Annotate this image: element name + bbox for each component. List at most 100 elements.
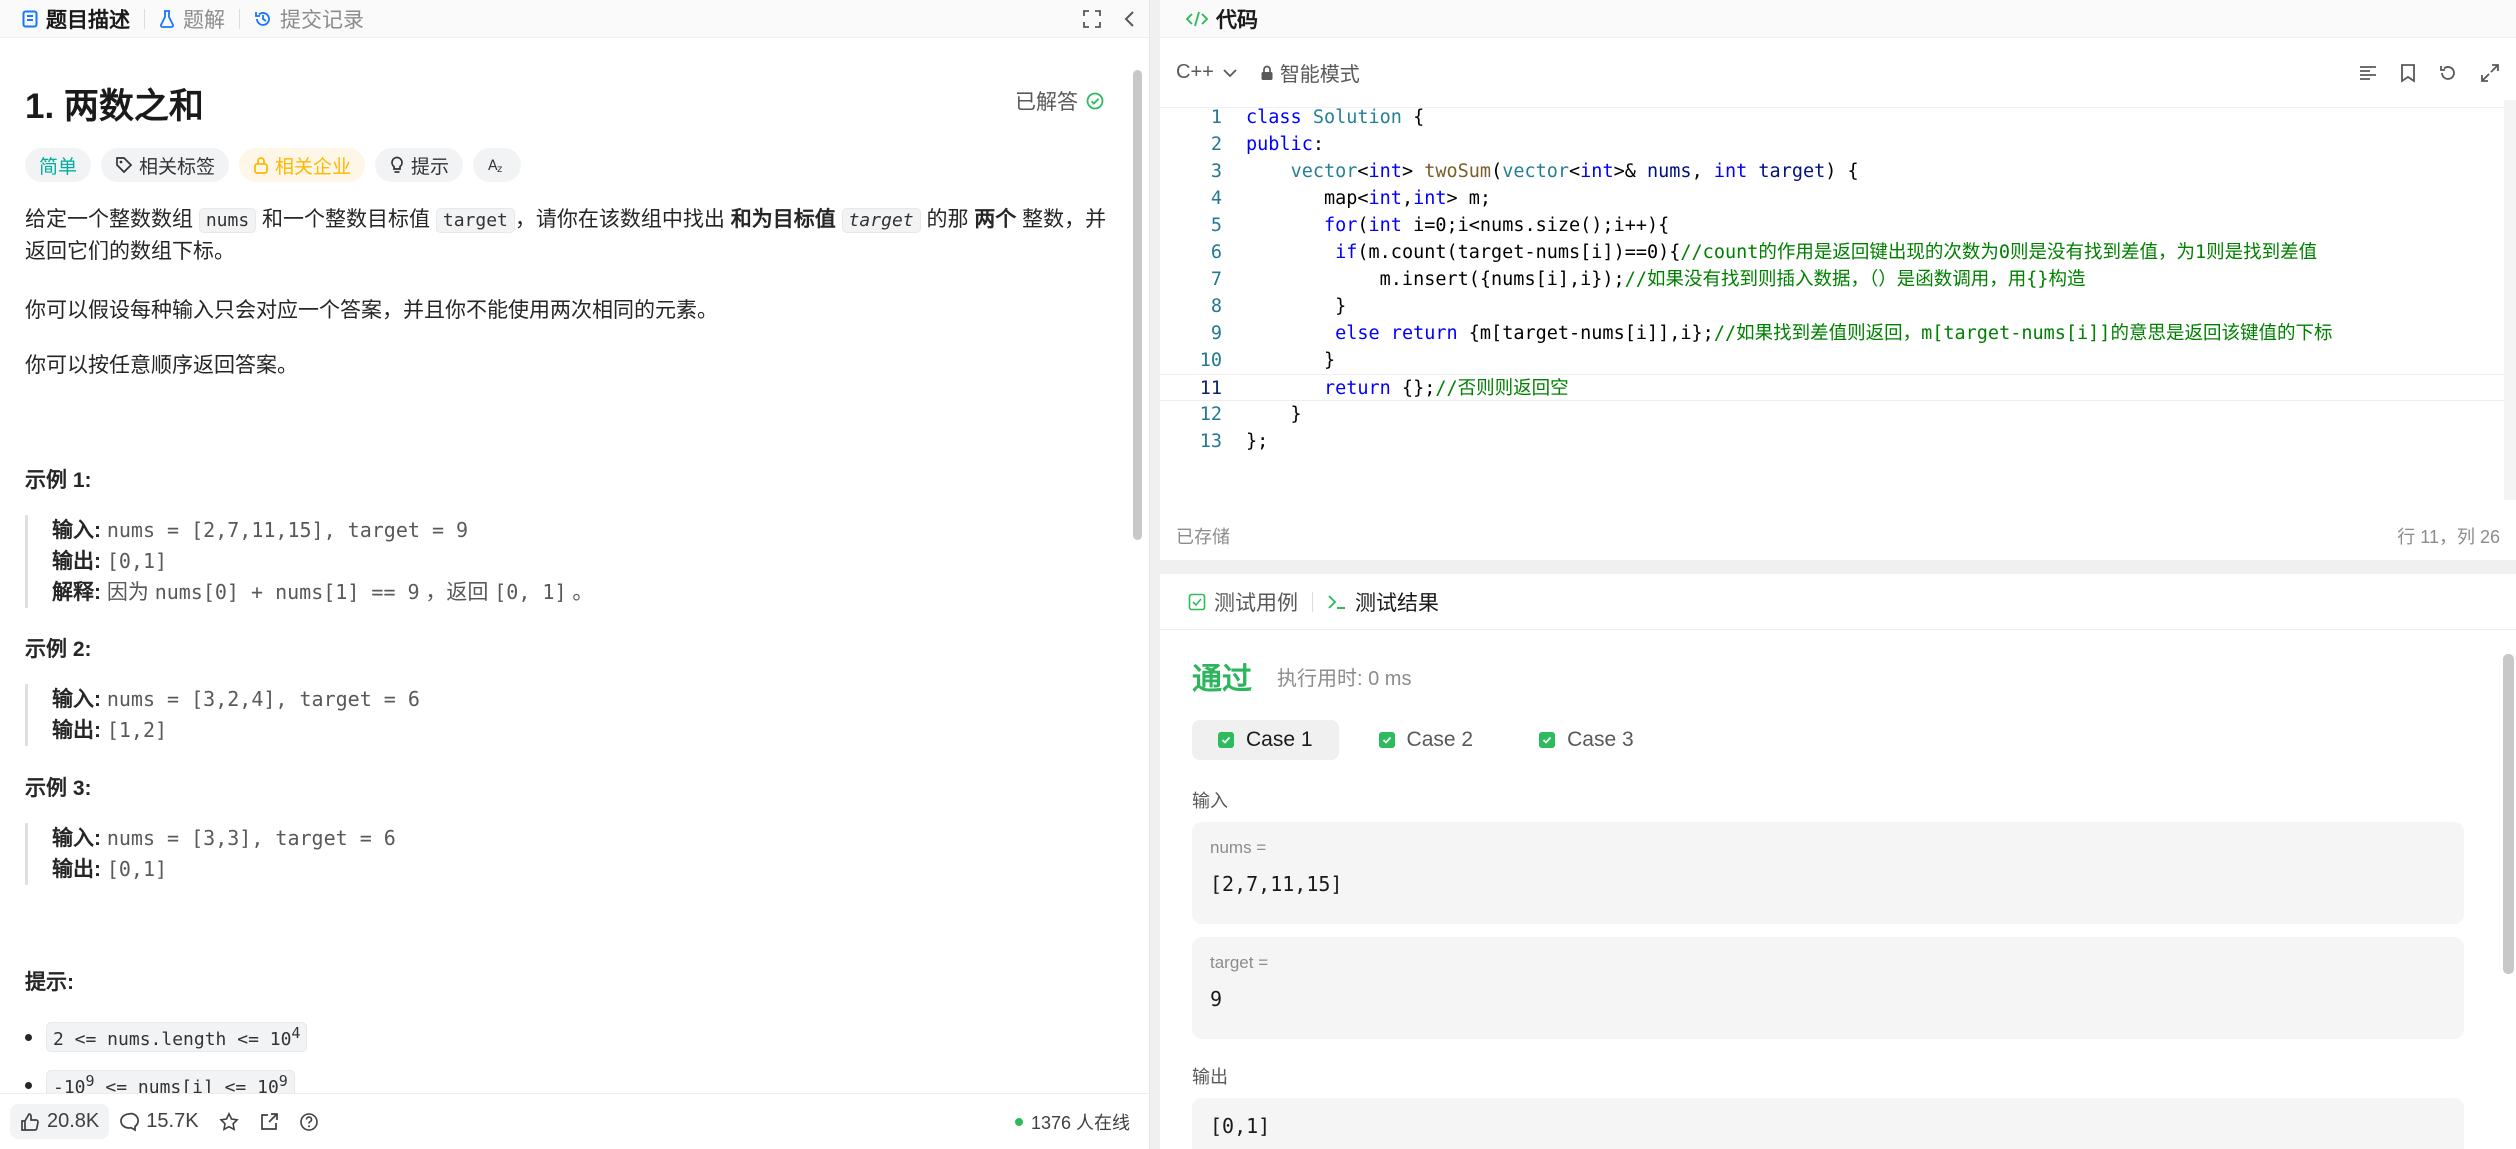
tab-submissions[interactable]: 提交记录 bbox=[246, 4, 372, 34]
comments-button[interactable]: 15.7K bbox=[109, 1104, 208, 1139]
line-number: 5 bbox=[1210, 215, 1222, 236]
code-editor[interactable]: 1 class Solution { 2 public: 3 vector<int>… bbox=[1160, 104, 2516, 504]
smart-mode-label: 智能模式 bbox=[1279, 64, 1360, 86]
result-status: 通过 bbox=[1192, 663, 1252, 696]
inline-code: nums bbox=[198, 208, 257, 233]
saved-status: 已存储 bbox=[1176, 527, 1230, 547]
output-label: 输出: bbox=[52, 719, 101, 742]
code-text: return {};//否则则返回空 bbox=[1323, 378, 1569, 399]
related-tags-button[interactable]: 相关标签 bbox=[101, 148, 230, 182]
line-number: 2 bbox=[1210, 134, 1222, 155]
explain-text: ，返回 bbox=[419, 581, 495, 604]
smart-mode[interactable]: 智能模式 bbox=[1260, 58, 1360, 87]
text-span: 返回它们的数组下标。 bbox=[25, 240, 235, 263]
case-3-tab[interactable]: Case 3 bbox=[1513, 720, 1660, 760]
superscript: 9 bbox=[85, 1072, 95, 1090]
text-span: ，请你在该数组中找出 bbox=[514, 208, 731, 231]
reset-icon[interactable] bbox=[2438, 63, 2458, 83]
thumbs-up-icon bbox=[20, 1112, 40, 1132]
code-line: 6 if(m.count(target-nums[i])==0){//count… bbox=[1160, 239, 2516, 266]
hint-label: 提示 bbox=[411, 156, 450, 178]
history-icon bbox=[254, 10, 272, 28]
tab-code[interactable]: 代码 bbox=[1178, 4, 1266, 34]
check-icon bbox=[1218, 732, 1234, 748]
online-dot bbox=[1014, 1117, 1023, 1126]
check-circle-icon bbox=[1086, 92, 1104, 110]
like-button[interactable]: 20.8K bbox=[10, 1104, 110, 1139]
example-output: [0,1] bbox=[106, 857, 168, 881]
tab-testcase-label: 测试用例 bbox=[1214, 591, 1298, 615]
expand-icon[interactable] bbox=[1083, 9, 1101, 28]
line-number: 12 bbox=[1199, 404, 1222, 425]
comment-icon bbox=[119, 1112, 140, 1132]
code-text: m.insert({nums[i],i});//如果没有找到则插入数据，（）是函… bbox=[1246, 269, 2086, 290]
output-label: 输出: bbox=[52, 550, 101, 573]
case-label: Case 2 bbox=[1406, 728, 1474, 751]
line-number: 4 bbox=[1210, 188, 1222, 209]
favorite-button[interactable] bbox=[209, 1106, 249, 1138]
target-key: target = bbox=[1210, 953, 1269, 972]
nums-input-box: nums = [2,7,11,15] bbox=[1192, 822, 2464, 924]
tab-test-result[interactable]: 测试结果 bbox=[1319, 587, 1447, 617]
output-label: 输出: bbox=[52, 858, 101, 881]
chevron-down-icon bbox=[1222, 67, 1238, 79]
divider bbox=[144, 8, 145, 29]
format-icon[interactable] bbox=[2358, 63, 2378, 83]
difficulty-badge[interactable]: 简单 bbox=[25, 148, 92, 182]
lightbulb-icon bbox=[389, 156, 405, 174]
code-panel: 代码 C++ 智能模式 1 class Solution { 2 public: 3 bbox=[1160, 0, 2516, 560]
bullet bbox=[25, 1033, 32, 1041]
inline-code: target bbox=[841, 208, 921, 233]
code-text: } bbox=[1246, 404, 1302, 425]
bold-text: 和为目标值 bbox=[730, 208, 836, 231]
divider bbox=[239, 8, 240, 29]
fullscreen-icon[interactable] bbox=[2480, 63, 2500, 83]
tab-testcase[interactable]: 测试用例 bbox=[1180, 587, 1306, 617]
explain-label: 解释: bbox=[52, 581, 101, 604]
example-input: nums = [3,2,4], target = 6 bbox=[106, 687, 420, 711]
flask-icon bbox=[159, 9, 175, 28]
lock-icon bbox=[1260, 65, 1274, 81]
code-text: class Solution { bbox=[1246, 107, 1425, 128]
example-input: nums = [3,3], target = 6 bbox=[106, 826, 396, 850]
code-tabbar: 代码 bbox=[1160, 0, 2516, 38]
input-label: 输入: bbox=[52, 519, 101, 542]
constraint-code: 2 <= nums.length <= 104 bbox=[46, 1022, 308, 1052]
case-2-tab[interactable]: Case 2 bbox=[1353, 720, 1500, 760]
text-span: 的那 bbox=[920, 208, 975, 231]
output-box: [0,1] bbox=[1192, 1098, 2464, 1149]
collapse-chevron-icon[interactable] bbox=[1123, 10, 1135, 28]
output-value: [0,1] bbox=[1210, 1114, 1271, 1138]
code-line: 3 vector<int> twoSum(vector<int>& nums, … bbox=[1160, 158, 2516, 185]
tab-solutions[interactable]: 题解 bbox=[151, 4, 233, 34]
text-span: 和一个整数目标值 bbox=[256, 208, 436, 231]
tab-code-label: 代码 bbox=[1216, 8, 1258, 32]
editor-scrollbar[interactable] bbox=[2504, 100, 2516, 500]
question-icon bbox=[299, 1112, 319, 1132]
language-select[interactable]: C++ bbox=[1176, 61, 1238, 84]
tab-submissions-label: 提交记录 bbox=[280, 8, 364, 32]
results-scrollbar[interactable] bbox=[2503, 654, 2514, 974]
tab-description-label: 题目描述 bbox=[46, 8, 130, 32]
code-text: }; bbox=[1246, 431, 1269, 452]
tag-icon bbox=[115, 156, 133, 174]
case-1-tab[interactable]: Case 1 bbox=[1192, 720, 1339, 760]
line-number: 3 bbox=[1210, 161, 1222, 182]
related-companies-button[interactable]: 相关企业 bbox=[239, 148, 366, 182]
constraint-text: 2 <= nums.length <= 10 bbox=[53, 1029, 292, 1050]
help-button[interactable] bbox=[289, 1106, 329, 1138]
language-label: C++ bbox=[1176, 61, 1214, 83]
target-value: 9 bbox=[1210, 987, 1223, 1011]
translate-button[interactable]: Az bbox=[473, 148, 522, 182]
translate-icon: Az bbox=[487, 156, 507, 174]
results-tabbar: 测试用例 测试结果 bbox=[1160, 574, 2516, 630]
line-number: 6 bbox=[1210, 242, 1222, 263]
superscript: 4 bbox=[291, 1024, 301, 1042]
example-1-block: 输入: nums = [2,7,11,15], target = 9 输出: [… bbox=[25, 515, 593, 608]
share-button[interactable] bbox=[249, 1106, 289, 1138]
hint-button[interactable]: 提示 bbox=[375, 148, 464, 182]
bookmark-icon[interactable] bbox=[2400, 63, 2416, 83]
description-scrollbar[interactable] bbox=[1133, 70, 1142, 540]
share-icon bbox=[259, 1112, 279, 1132]
tab-description[interactable]: 题目描述 bbox=[14, 4, 138, 34]
